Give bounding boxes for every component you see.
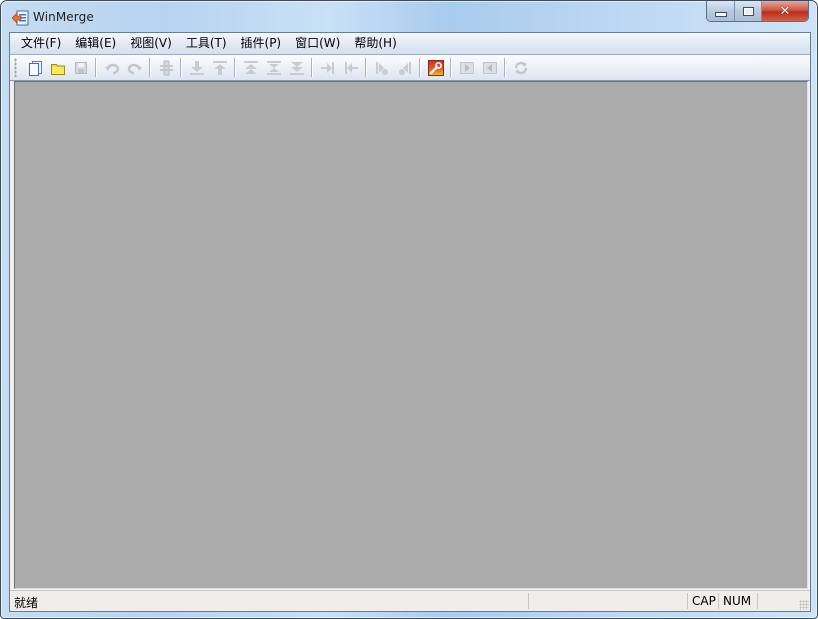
- last-difference-button[interactable]: [285, 57, 308, 79]
- menu-window[interactable]: 窗口(W): [288, 34, 347, 53]
- options-button[interactable]: [424, 57, 447, 79]
- open-button[interactable]: [46, 57, 69, 79]
- previous-difference-button[interactable]: [208, 57, 231, 79]
- resize-grip[interactable]: [799, 600, 809, 610]
- toolbar-separator: [95, 58, 97, 77]
- current-difference-icon: [266, 60, 281, 75]
- new-button[interactable]: [23, 57, 46, 79]
- redo-icon: [127, 63, 142, 74]
- options-wrench-icon: [427, 59, 444, 76]
- copy-left-advance-button[interactable]: [393, 57, 416, 79]
- refresh-button[interactable]: [509, 57, 532, 79]
- winmerge-app-icon[interactable]: [12, 10, 29, 26]
- close-button[interactable]: ✕: [762, 1, 808, 21]
- open-folder-icon: [50, 63, 65, 75]
- undo-icon: [104, 63, 119, 74]
- toolbar-separator: [180, 58, 182, 77]
- title-bar[interactable]: WinMerge ✕: [1, 1, 817, 31]
- undo-button[interactable]: [100, 57, 123, 79]
- mdi-workspace[interactable]: [14, 81, 808, 589]
- copy-right-advance-icon: [375, 61, 388, 75]
- menu-edit[interactable]: 编辑(E): [68, 34, 123, 53]
- save-icon: [74, 61, 87, 74]
- copy-all-right-button[interactable]: [455, 57, 478, 79]
- toolbar: [10, 55, 810, 81]
- next-difference-icon: [189, 60, 204, 75]
- refresh-icon: [514, 61, 527, 74]
- status-num-lock: NUM: [718, 593, 759, 609]
- menu-file[interactable]: 文件(F): [14, 34, 68, 53]
- previous-difference-icon: [212, 60, 227, 75]
- status-pane-scroll: [757, 593, 792, 609]
- toolbar-separator: [450, 58, 452, 77]
- current-difference-button[interactable]: [262, 57, 285, 79]
- toolbar-separator: [365, 58, 367, 77]
- close-icon: ✕: [779, 3, 791, 19]
- last-difference-icon: [289, 61, 304, 75]
- copy-left-button[interactable]: [339, 57, 362, 79]
- caption-buttons: ✕: [706, 1, 809, 22]
- toolbar-separator: [234, 58, 236, 77]
- first-difference-button[interactable]: [239, 57, 262, 79]
- menu-plugins[interactable]: 插件(P): [234, 34, 289, 53]
- toolbar-separator: [419, 58, 421, 77]
- copy-all-right-icon: [459, 61, 474, 74]
- location-pane-button[interactable]: [154, 57, 177, 79]
- toolbar-separator: [504, 58, 506, 77]
- status-caps-lock: CAP: [687, 593, 720, 609]
- redo-button[interactable]: [123, 57, 146, 79]
- window-title: WinMerge: [33, 10, 94, 24]
- menu-tools[interactable]: 工具(T): [179, 34, 234, 53]
- save-button[interactable]: [69, 57, 92, 79]
- app-window: WinMerge ✕ 文件(F) 编辑(E) 视图(V) 工具(T) 插件(P)…: [0, 0, 818, 619]
- client-area: 文件(F) 编辑(E) 视图(V) 工具(T) 插件(P) 窗口(W) 帮助(H…: [9, 32, 811, 612]
- copy-left-icon: [344, 61, 358, 74]
- copy-right-advance-button[interactable]: [370, 57, 393, 79]
- minimize-icon: [714, 11, 727, 17]
- next-difference-button[interactable]: [185, 57, 208, 79]
- menu-help[interactable]: 帮助(H): [347, 34, 403, 53]
- toolbar-separator: [149, 58, 151, 77]
- copy-all-left-button[interactable]: [478, 57, 501, 79]
- toolbar-grip[interactable]: [14, 58, 17, 77]
- toolbar-separator: [311, 58, 313, 77]
- minimize-button[interactable]: [707, 1, 735, 21]
- first-difference-icon: [243, 60, 258, 74]
- new-document-icon: [28, 60, 42, 76]
- location-pane-icon: [159, 60, 173, 75]
- maximize-icon: [742, 6, 754, 16]
- menu-bar: 文件(F) 编辑(E) 视图(V) 工具(T) 插件(P) 窗口(W) 帮助(H…: [10, 33, 810, 55]
- status-message: 就绪: [14, 596, 39, 610]
- menu-view[interactable]: 视图(V): [123, 34, 179, 53]
- copy-right-icon: [320, 61, 334, 74]
- status-bar: 就绪 CAP NUM: [10, 590, 810, 611]
- copy-all-left-icon: [482, 61, 497, 74]
- status-pane-empty: [528, 593, 687, 609]
- copy-left-advance-icon: [398, 61, 411, 75]
- maximize-button[interactable]: [735, 1, 762, 21]
- copy-right-button[interactable]: [316, 57, 339, 79]
